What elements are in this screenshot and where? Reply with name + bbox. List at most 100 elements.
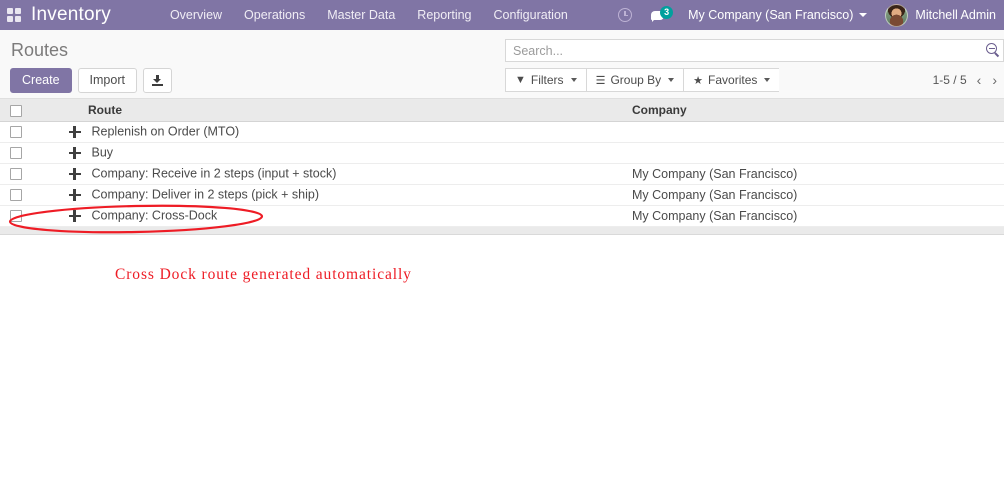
table-row[interactable]: Replenish on Order (MTO) <box>0 121 1004 143</box>
company-selector[interactable]: My Company (San Francisco) <box>688 8 868 22</box>
filters-dropdown[interactable]: ▼ Filters <box>505 68 586 92</box>
user-menu[interactable]: Mitchell Admin <box>885 3 996 27</box>
table-header-row: Route Company <box>0 99 1004 122</box>
route-cell[interactable]: Buy <box>32 142 628 164</box>
row-checkbox[interactable] <box>10 147 22 160</box>
export-button[interactable] <box>142 68 172 93</box>
row-select-cell <box>0 184 32 206</box>
chevron-right-icon[interactable]: › <box>991 73 998 87</box>
table-body: Replenish on Order (MTO) Buy Company: Re… <box>0 121 1004 227</box>
company-cell: My Company (San Francisco) <box>628 205 1004 227</box>
messages-count-badge: 3 <box>660 5 674 19</box>
search-box[interactable] <box>505 39 1004 62</box>
pager-range: 1-5 / 5 <box>932 73 967 87</box>
row-select-cell <box>0 205 32 227</box>
row-select-cell <box>0 142 32 164</box>
drag-handle-icon[interactable] <box>68 146 81 159</box>
breadcrumb: Routes <box>11 40 69 60</box>
route-cell[interactable]: Company: Receive in 2 steps (input + sto… <box>32 163 628 185</box>
route-name: Company: Receive in 2 steps (input + sto… <box>91 166 337 181</box>
column-header-route[interactable]: Route <box>32 99 628 122</box>
row-checkbox[interactable] <box>10 168 22 181</box>
apps-grid-cell <box>7 16 13 22</box>
search-icon[interactable] <box>986 43 999 57</box>
column-header-company[interactable]: Company <box>628 99 1004 122</box>
route-cell[interactable]: Company: Deliver in 2 steps (pick + ship… <box>32 184 628 206</box>
annotation-note: Cross Dock route generated automatically <box>115 266 412 283</box>
chevron-down-icon <box>764 78 771 82</box>
column-header-company-label: Company <box>632 102 687 117</box>
groupby-label: Group By <box>610 73 662 87</box>
control-panel-buttons: Create Import <box>10 68 172 93</box>
create-button[interactable]: Create <box>10 68 72 93</box>
apps-grid-cell <box>15 8 21 14</box>
table-row[interactable]: Buy <box>0 142 1004 164</box>
menu-item-master-data[interactable]: Master Data <box>316 1 406 29</box>
import-button[interactable]: Import <box>77 68 137 93</box>
table-row[interactable]: Company: Deliver in 2 steps (pick + ship… <box>0 184 1004 206</box>
star-icon: ★ <box>693 74 704 87</box>
funnel-icon: ▼ <box>515 74 526 86</box>
row-select-cell <box>0 121 32 143</box>
drag-handle-icon[interactable] <box>68 188 81 201</box>
row-select-cell <box>0 163 32 185</box>
route-name: Replenish on Order (MTO) <box>91 124 240 139</box>
top-navbar: Inventory Overview Operations Master Dat… <box>0 0 1004 30</box>
list-lines-icon: ☰ <box>595 74 606 87</box>
chevron-down-icon <box>570 78 577 82</box>
filter-row: ▼ Filters ☰ Group By ★ Favorites 1-5 / 5… <box>505 68 1004 92</box>
pager: 1-5 / 5 ‹ › <box>933 68 998 92</box>
user-name-label: Mitchell Admin <box>915 8 996 22</box>
company-cell: My Company (San Francisco) <box>628 163 1004 185</box>
column-header-route-label: Route <box>88 102 122 117</box>
avatar <box>885 3 909 27</box>
company-cell <box>628 142 1004 164</box>
search-area: ▼ Filters ☰ Group By ★ Favorites 1-5 / 5… <box>505 30 1004 92</box>
route-name: Company: Deliver in 2 steps (pick + ship… <box>91 187 320 202</box>
company-selector-label: My Company (San Francisco) <box>688 8 854 22</box>
route-name: Company: Cross-Dock <box>91 208 218 223</box>
search-input[interactable] <box>506 40 1003 61</box>
company-cell <box>628 121 1004 143</box>
table-row-cross-dock[interactable]: Company: Cross-Dock My Company (San Fran… <box>0 205 1004 227</box>
table-row[interactable]: Company: Receive in 2 steps (input + sto… <box>0 163 1004 185</box>
app-title: Inventory <box>31 4 111 25</box>
apps-grid-cell <box>7 8 13 14</box>
menu-item-reporting[interactable]: Reporting <box>406 1 482 29</box>
chevron-down-icon <box>859 13 868 17</box>
filters-label: Filters <box>530 73 564 87</box>
routes-table-wrapper: Route Company Replenish on Order (MTO) B… <box>0 99 1004 235</box>
control-panel: Routes Create Import ▼ Filters ☰ Group B… <box>0 30 1004 99</box>
groupby-dropdown[interactable]: ☰ Group By <box>585 68 684 92</box>
page-body: Route Company Replenish on Order (MTO) B… <box>0 99 1004 235</box>
row-checkbox[interactable] <box>10 210 22 223</box>
download-icon <box>151 75 163 86</box>
chevron-left-icon[interactable]: ‹ <box>976 73 983 87</box>
route-name: Buy <box>91 145 114 160</box>
row-checkbox[interactable] <box>10 189 22 202</box>
clock-icon[interactable] <box>618 8 633 22</box>
drag-handle-icon[interactable] <box>68 209 81 222</box>
apps-grid-cell <box>15 16 21 22</box>
table-header: Route Company <box>0 99 1004 122</box>
company-cell: My Company (San Francisco) <box>628 184 1004 206</box>
main-menu: Overview Operations Master Data Reportin… <box>159 1 579 29</box>
select-all-cell <box>0 99 32 122</box>
menu-item-configuration[interactable]: Configuration <box>483 1 579 29</box>
routes-table: Route Company Replenish on Order (MTO) B… <box>0 99 1004 227</box>
favorites-dropdown[interactable]: ★ Favorites <box>683 68 780 92</box>
apps-grid-icon[interactable] <box>7 8 21 22</box>
route-cell[interactable]: Company: Cross-Dock <box>32 205 628 227</box>
menu-item-operations[interactable]: Operations <box>233 1 316 29</box>
route-cell[interactable]: Replenish on Order (MTO) <box>32 121 628 143</box>
messages-button[interactable]: 3 <box>651 5 674 22</box>
select-all-checkbox[interactable] <box>10 104 22 117</box>
chevron-down-icon <box>668 78 675 82</box>
drag-handle-icon[interactable] <box>68 125 81 138</box>
favorites-label: Favorites <box>708 73 758 87</box>
drag-handle-icon[interactable] <box>68 167 81 180</box>
menu-item-overview[interactable]: Overview <box>159 1 233 29</box>
row-checkbox[interactable] <box>10 126 22 139</box>
navbar-right: 3 My Company (San Francisco) Mitchell Ad… <box>618 0 1004 30</box>
table-footer <box>0 226 1004 235</box>
